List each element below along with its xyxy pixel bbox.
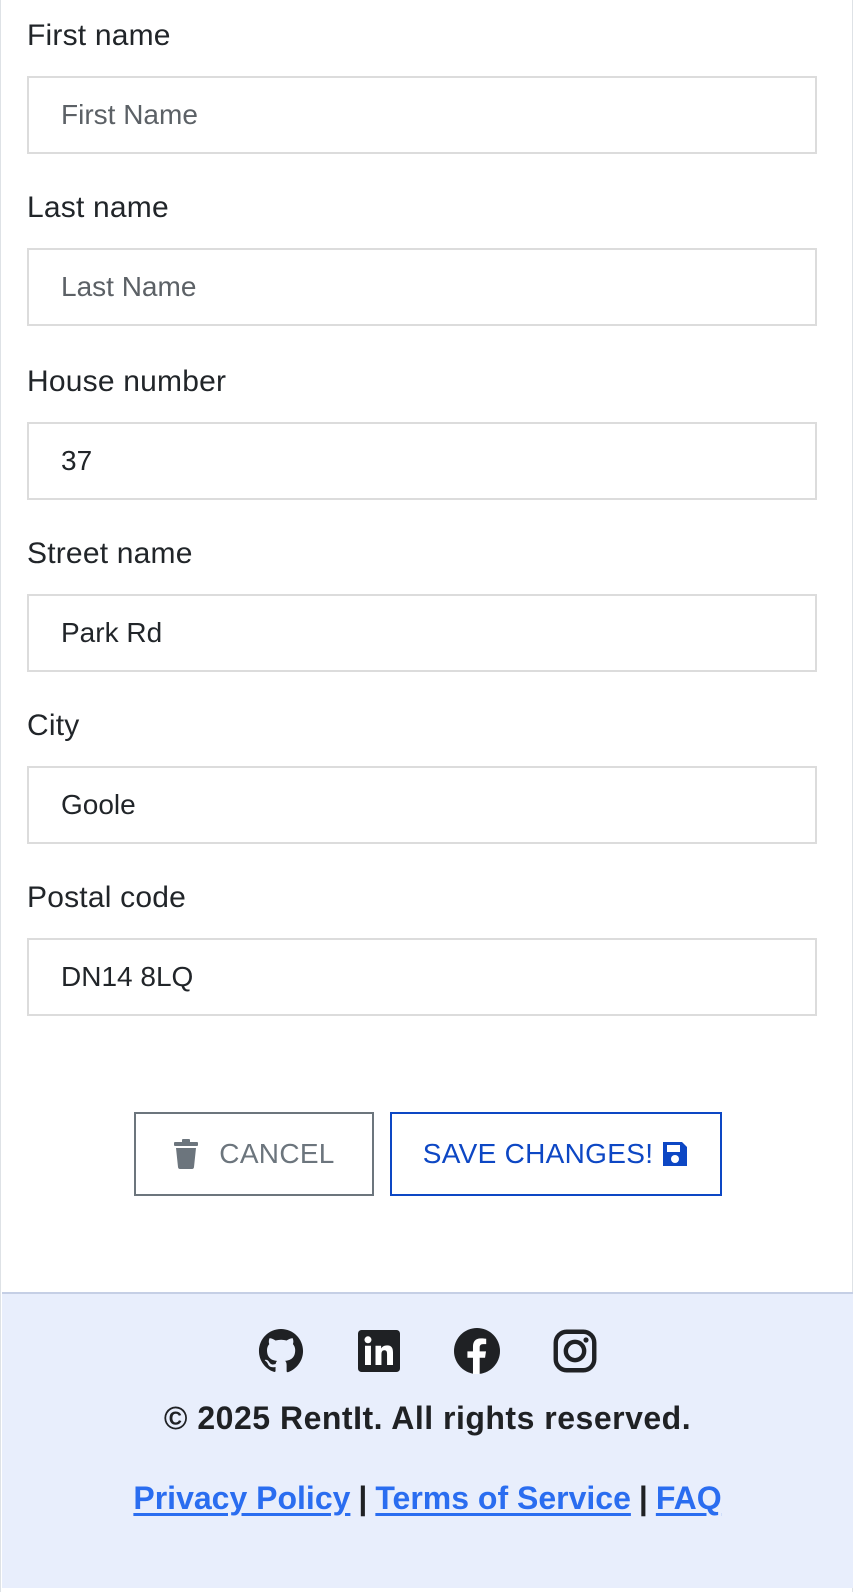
link-separator: | — [638, 1480, 648, 1516]
github-icon[interactable] — [258, 1328, 304, 1374]
floppy-disk-icon — [661, 1140, 689, 1168]
trash-icon — [173, 1139, 199, 1169]
street-name-label: Street name — [27, 537, 193, 570]
instagram-icon[interactable] — [552, 1328, 598, 1374]
privacy-policy-link[interactable]: Privacy Policy — [133, 1480, 350, 1516]
faq-link[interactable]: FAQ — [656, 1480, 722, 1516]
cancel-button-label: CANCEL — [219, 1138, 335, 1169]
terms-of-service-link[interactable]: Terms of Service — [375, 1480, 631, 1516]
last-name-input[interactable] — [27, 248, 817, 326]
first-name-label: First name — [27, 19, 171, 52]
social-links — [2, 1328, 853, 1374]
save-button-label: SAVE CHANGES! — [422, 1138, 654, 1169]
save-changes-button[interactable]: SAVE CHANGES! — [390, 1112, 722, 1196]
link-separator: | — [358, 1480, 368, 1516]
last-name-label: Last name — [27, 191, 169, 224]
house-number-input[interactable] — [27, 422, 817, 500]
copyright-text: © 2025 RentIt. All rights reserved. — [163, 1400, 692, 1436]
footer-links: Privacy Policy | Terms of Service | FAQ — [2, 1480, 853, 1517]
page: First name Last name House number Street… — [0, 0, 853, 1592]
city-input[interactable] — [27, 766, 817, 844]
postal-code-input[interactable] — [27, 938, 817, 1016]
linkedin-icon[interactable] — [356, 1328, 402, 1374]
cancel-button[interactable]: CANCEL — [134, 1112, 374, 1196]
street-name-input[interactable] — [27, 594, 817, 672]
site-footer: © 2025 RentIt. All rights reserved. Priv… — [2, 1292, 853, 1588]
facebook-icon[interactable] — [453, 1328, 500, 1374]
first-name-input[interactable] — [27, 76, 817, 154]
house-number-label: House number — [27, 365, 227, 398]
postal-code-label: Postal code — [27, 881, 186, 914]
city-label: City — [27, 709, 80, 742]
